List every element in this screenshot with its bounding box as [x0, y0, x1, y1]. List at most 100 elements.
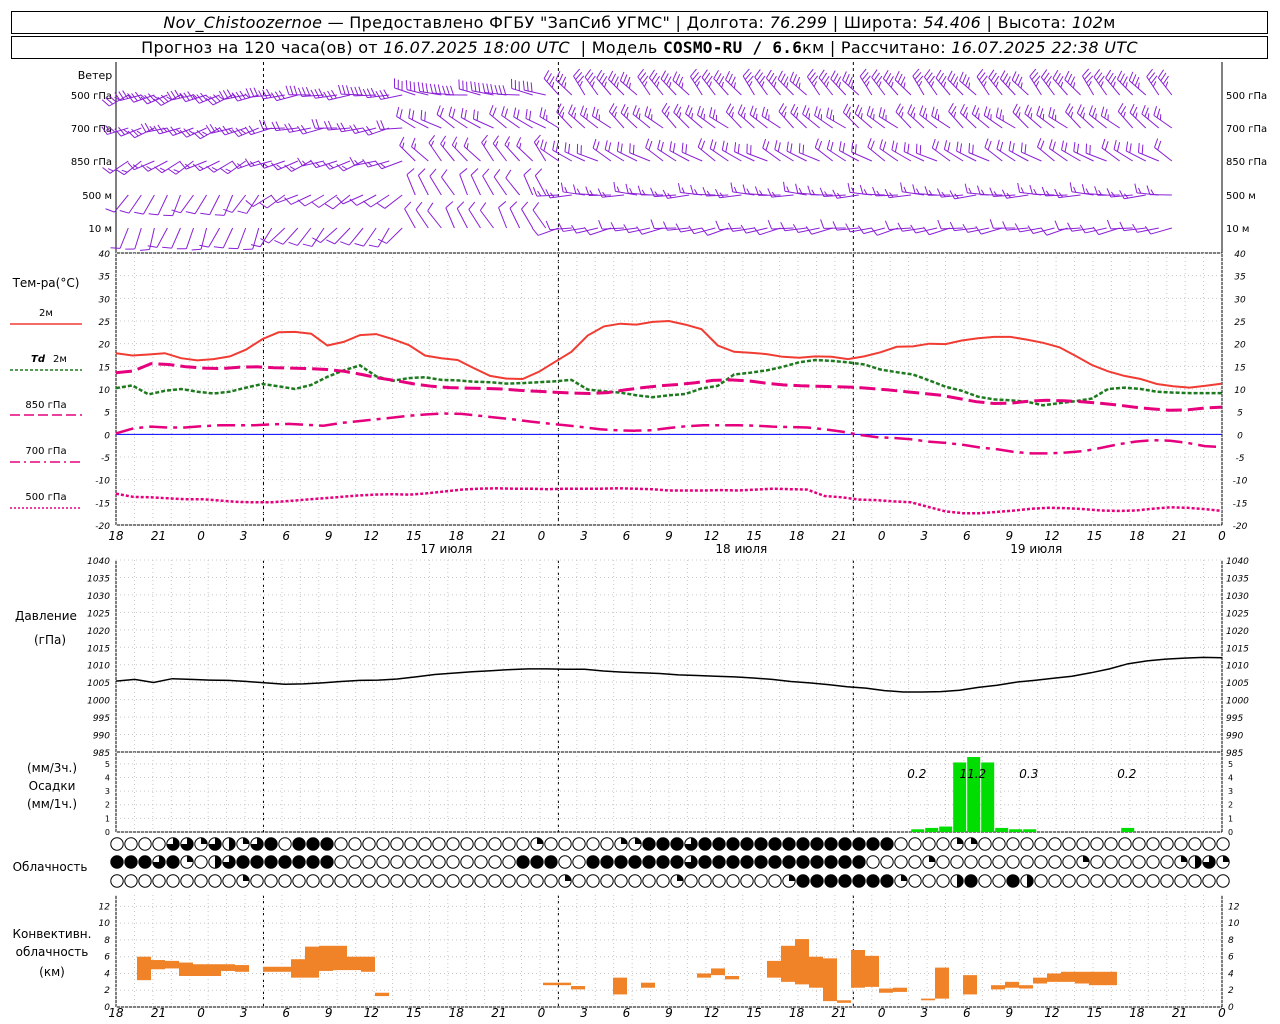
wind-barb-flag [504, 108, 509, 118]
wind-barb-flag [645, 138, 650, 148]
cloud-circle [138, 874, 152, 888]
wind-barb-flag [530, 82, 533, 92]
wind-barb-flag [362, 88, 368, 98]
cloud-cell [544, 855, 558, 869]
cloud-circle [894, 837, 908, 851]
wind-barb-flag [341, 85, 346, 95]
cloud-cell [824, 855, 838, 869]
wind-level-left: 500 м [82, 191, 112, 202]
cloud-cell [964, 837, 978, 851]
conv-bar [319, 945, 333, 971]
wind-barb-flag [937, 219, 942, 230]
wind-barb-flag [573, 68, 581, 77]
wind-barb-flag [962, 223, 969, 233]
conv-bar [935, 967, 949, 999]
wind-barb-shaft [916, 152, 938, 162]
conv-bar [137, 956, 151, 981]
cloud-cell [1146, 874, 1160, 888]
cloud-circle [1062, 855, 1076, 869]
cloud-fill [712, 837, 726, 851]
conv-bar [557, 982, 571, 986]
wind-barb-shaft [903, 151, 925, 162]
hour-tick-label: 0 [538, 529, 546, 543]
cloud-cell [964, 855, 978, 869]
wind-barb-flag [331, 89, 337, 99]
wind-barb-flag [873, 72, 880, 81]
wind-barb-flag [931, 138, 936, 149]
cloud-cell [502, 837, 516, 851]
wind-barb-flag [768, 72, 775, 82]
wind-barb-flag [629, 143, 631, 153]
wind-barb-flag [551, 81, 555, 88]
wind-barb-shaft [463, 145, 481, 162]
wind-barb-shaft [406, 174, 416, 196]
cloud-circle [1118, 874, 1132, 888]
wind-barb-flag [424, 111, 426, 122]
wind-barb-flag [1129, 103, 1135, 113]
hour-tick-label: 3 [920, 1006, 928, 1020]
wind-barb-flag [572, 184, 577, 194]
cloud-cell [404, 874, 418, 888]
cloud-fill [824, 837, 838, 851]
wind-barb-shaft [1146, 76, 1160, 96]
wind-barb-flag [725, 70, 731, 80]
wind-barb-flag [297, 199, 306, 207]
wind-barb-shaft [859, 76, 873, 96]
meteogram-svg: 18 21 0 3 6 9 12 15 18 21 0 3 6 9 12 15 18 21 0 3 6 9 12 15 18 21… [10, 62, 1267, 1020]
wind-barb-flag [253, 87, 259, 97]
cloud-cell [418, 874, 432, 888]
cloud-circle [124, 874, 138, 888]
cloud-circle [992, 874, 1006, 888]
conv-bar [641, 982, 655, 988]
wind-barb-flag [824, 191, 829, 197]
cloud-cell [516, 837, 530, 851]
wind-barb-flag [1134, 76, 1140, 86]
wind-barb-flag [639, 72, 647, 81]
temp-title: Тем-ра(°C) [12, 276, 80, 290]
cloud-cell [516, 874, 530, 888]
cloud-cell [1048, 855, 1062, 869]
wind-barb-flag [1165, 81, 1169, 88]
wind-barb-flag [1160, 72, 1167, 82]
wind-barb-flag [507, 141, 510, 148]
cloud-circle [138, 837, 152, 851]
wind-barb-flag [1144, 107, 1149, 117]
wind-barb-shaft [1032, 193, 1055, 196]
wind-barb-flag [1067, 73, 1073, 83]
cloud-circle [460, 855, 474, 869]
wind-barb-flag [754, 69, 761, 78]
cloud-circle [950, 855, 964, 869]
wind-barb-flag [762, 138, 767, 149]
wind-barb-flag [1131, 74, 1137, 84]
wind-barb-flag [127, 162, 135, 170]
cloud-cell [1090, 837, 1104, 851]
wind-barb-shaft [968, 152, 990, 162]
wind-barb-flag [685, 144, 688, 154]
cloud-circle [376, 837, 390, 851]
wind-barb-flag [1146, 185, 1151, 195]
wind-barb-shaft [377, 227, 390, 248]
wind-barb-flag [379, 90, 386, 99]
wind-barb-flag [635, 107, 640, 117]
wind-barb-flag [408, 108, 411, 119]
wind-barb-flag [310, 89, 316, 99]
wind-barb-flag [941, 191, 946, 197]
wind-barb-flag [479, 202, 487, 211]
cloud-circle [1216, 874, 1230, 888]
cloud-fill [768, 855, 782, 869]
cloud-cell [1202, 837, 1216, 851]
wind-barb-flag [1113, 140, 1117, 150]
cloud-fill [642, 837, 656, 851]
wind-barb-shaft [867, 146, 886, 162]
wind-barb-flag [275, 121, 281, 131]
wind-barb-flag [302, 243, 313, 247]
wind-barb-flag [962, 74, 967, 84]
wind-barb-flag [814, 138, 819, 148]
wind-barb-flag [608, 103, 615, 112]
wind-barb-flag [842, 71, 847, 81]
wind-barb-flag [420, 110, 423, 120]
wind-barb-flag [943, 81, 947, 88]
wind-barb-shaft [509, 208, 521, 229]
wind-barb-flag [1104, 141, 1109, 151]
wind-barb-flag [1020, 82, 1023, 89]
